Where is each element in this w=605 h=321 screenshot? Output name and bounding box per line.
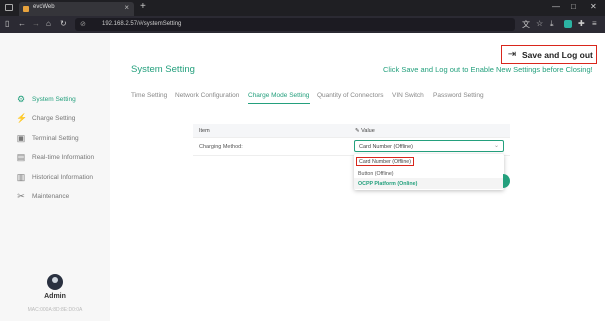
menu-icon[interactable]: ≡ bbox=[592, 19, 597, 28]
browser-tab[interactable]: evcWeb × bbox=[19, 2, 134, 16]
option-card-number[interactable]: Card Number (Offline) bbox=[354, 156, 504, 167]
charging-method-select[interactable]: Card Number (Offline) ⌄ bbox=[354, 140, 504, 152]
save-and-logout-label: Save and Log out bbox=[522, 49, 593, 60]
column-header-value: ✎ Value bbox=[355, 128, 375, 134]
sidebar-item-historical-information[interactable]: ▥ Historical Information bbox=[16, 170, 93, 184]
tab-network-configuration[interactable]: Network Configuration bbox=[175, 92, 239, 99]
monitor-icon: ▤ bbox=[16, 152, 26, 162]
charging-method-label: Charging Method: bbox=[199, 144, 243, 150]
extensions-puzzle-icon[interactable]: ✚ bbox=[578, 19, 585, 28]
sidebar-item-real-time-information[interactable]: ▤ Real-time Information bbox=[16, 150, 94, 164]
sidebar-item-charge-setting[interactable]: ⚡ Charge Setting bbox=[16, 111, 75, 125]
terminal-icon: ▣ bbox=[16, 133, 26, 143]
browser-tab-bar: evcWeb × + — □ ✕ bbox=[0, 0, 605, 16]
sidebar-item-label: Maintenance bbox=[32, 192, 70, 200]
tab-charge-mode-setting[interactable]: Charge Mode Setting bbox=[248, 92, 309, 99]
settings-table: Item ✎ Value Charging Method: Card Numbe… bbox=[193, 124, 510, 156]
tab-close-icon[interactable]: × bbox=[124, 3, 129, 12]
tab-vin-switch[interactable]: VIN Switch bbox=[392, 92, 424, 99]
translate-icon[interactable]: 文 bbox=[522, 19, 530, 30]
bookmark-star-icon[interactable]: ☆ bbox=[536, 19, 543, 28]
sidebar-item-label: Charge Setting bbox=[32, 114, 76, 122]
sidebar-item-system-setting[interactable]: ⚙ System Setting bbox=[16, 92, 76, 106]
save-and-logout-button[interactable]: ⇥ Save and Log out bbox=[501, 45, 597, 64]
sidebar-item-label: System Setting bbox=[32, 95, 76, 103]
close-window-icon[interactable]: ✕ bbox=[590, 2, 597, 11]
sidebar-item-terminal-setting[interactable]: ▣ Terminal Setting bbox=[16, 131, 79, 145]
sidebar-toggle-icon[interactable]: ▯ bbox=[5, 19, 9, 28]
reload-icon[interactable]: ↻ bbox=[60, 19, 67, 28]
logout-icon: ⇥ bbox=[507, 49, 517, 60]
browser-tab-title: evcWeb bbox=[33, 4, 55, 10]
sidebar-item-label: Terminal Setting bbox=[32, 134, 79, 142]
home-icon[interactable]: ⌂ bbox=[46, 19, 51, 28]
column-header-item: Item bbox=[199, 128, 210, 134]
address-bar[interactable]: ⊘ 192.168.2.57/#/systemSetting bbox=[75, 18, 515, 31]
save-hint: Click Save and Log out to Enable New Set… bbox=[383, 65, 593, 74]
sidebar-item-label: Real-time Information bbox=[32, 153, 95, 161]
new-tab-button[interactable]: + bbox=[140, 1, 146, 12]
table-header: Item ✎ Value bbox=[193, 124, 510, 138]
tab-quantity-of-connectors[interactable]: Quantity of Connectors bbox=[317, 92, 383, 99]
site-info-icon[interactable]: ⊘ bbox=[80, 20, 86, 28]
extension-icon[interactable] bbox=[564, 20, 572, 28]
avatar[interactable] bbox=[47, 274, 63, 290]
tab-overview-icon[interactable] bbox=[5, 4, 13, 11]
sidebar-item-label: Historical Information bbox=[32, 173, 94, 181]
minimize-icon[interactable]: — bbox=[552, 2, 560, 11]
wrench-icon: ✂ bbox=[17, 191, 25, 201]
chevron-down-icon: ⌄ bbox=[493, 143, 499, 149]
option-ocpp-platform[interactable]: OCPP Platform (Online) bbox=[354, 178, 504, 189]
mac-address: MAC:000A:8D:8E:D0:0A bbox=[27, 307, 83, 313]
sidebar-item-maintenance[interactable]: ✂ Maintenance bbox=[16, 189, 69, 203]
maximize-icon[interactable]: □ bbox=[571, 2, 576, 11]
tab-password-setting[interactable]: Password Setting bbox=[433, 92, 484, 99]
charging-method-dropdown: Card Number (Offline) Button (Offline) O… bbox=[354, 154, 504, 190]
gear-icon: ⚙ bbox=[16, 94, 26, 104]
forward-icon[interactable]: → bbox=[32, 19, 40, 28]
plug-icon: ⚡ bbox=[16, 113, 28, 123]
page-title: System Setting bbox=[131, 64, 195, 75]
url-text[interactable]: 192.168.2.57/#/systemSetting bbox=[102, 21, 181, 27]
history-icon: ▥ bbox=[16, 172, 26, 182]
user-name: Admin bbox=[44, 293, 66, 300]
favicon-icon bbox=[23, 6, 29, 12]
back-icon[interactable]: ← bbox=[18, 19, 26, 28]
download-icon[interactable]: ⤓ bbox=[550, 19, 554, 29]
charging-method-value: Card Number (Offline) bbox=[359, 143, 413, 150]
sidebar: ⚙ System Setting ⚡ Charge Setting ▣ Term… bbox=[0, 33, 110, 321]
tab-time-setting[interactable]: Time Setting bbox=[131, 92, 167, 99]
active-tab-indicator bbox=[248, 103, 310, 104]
browser-toolbar: ▯ ← → ⌂ ↻ ⊘ 192.168.2.57/#/systemSetting… bbox=[0, 16, 605, 33]
